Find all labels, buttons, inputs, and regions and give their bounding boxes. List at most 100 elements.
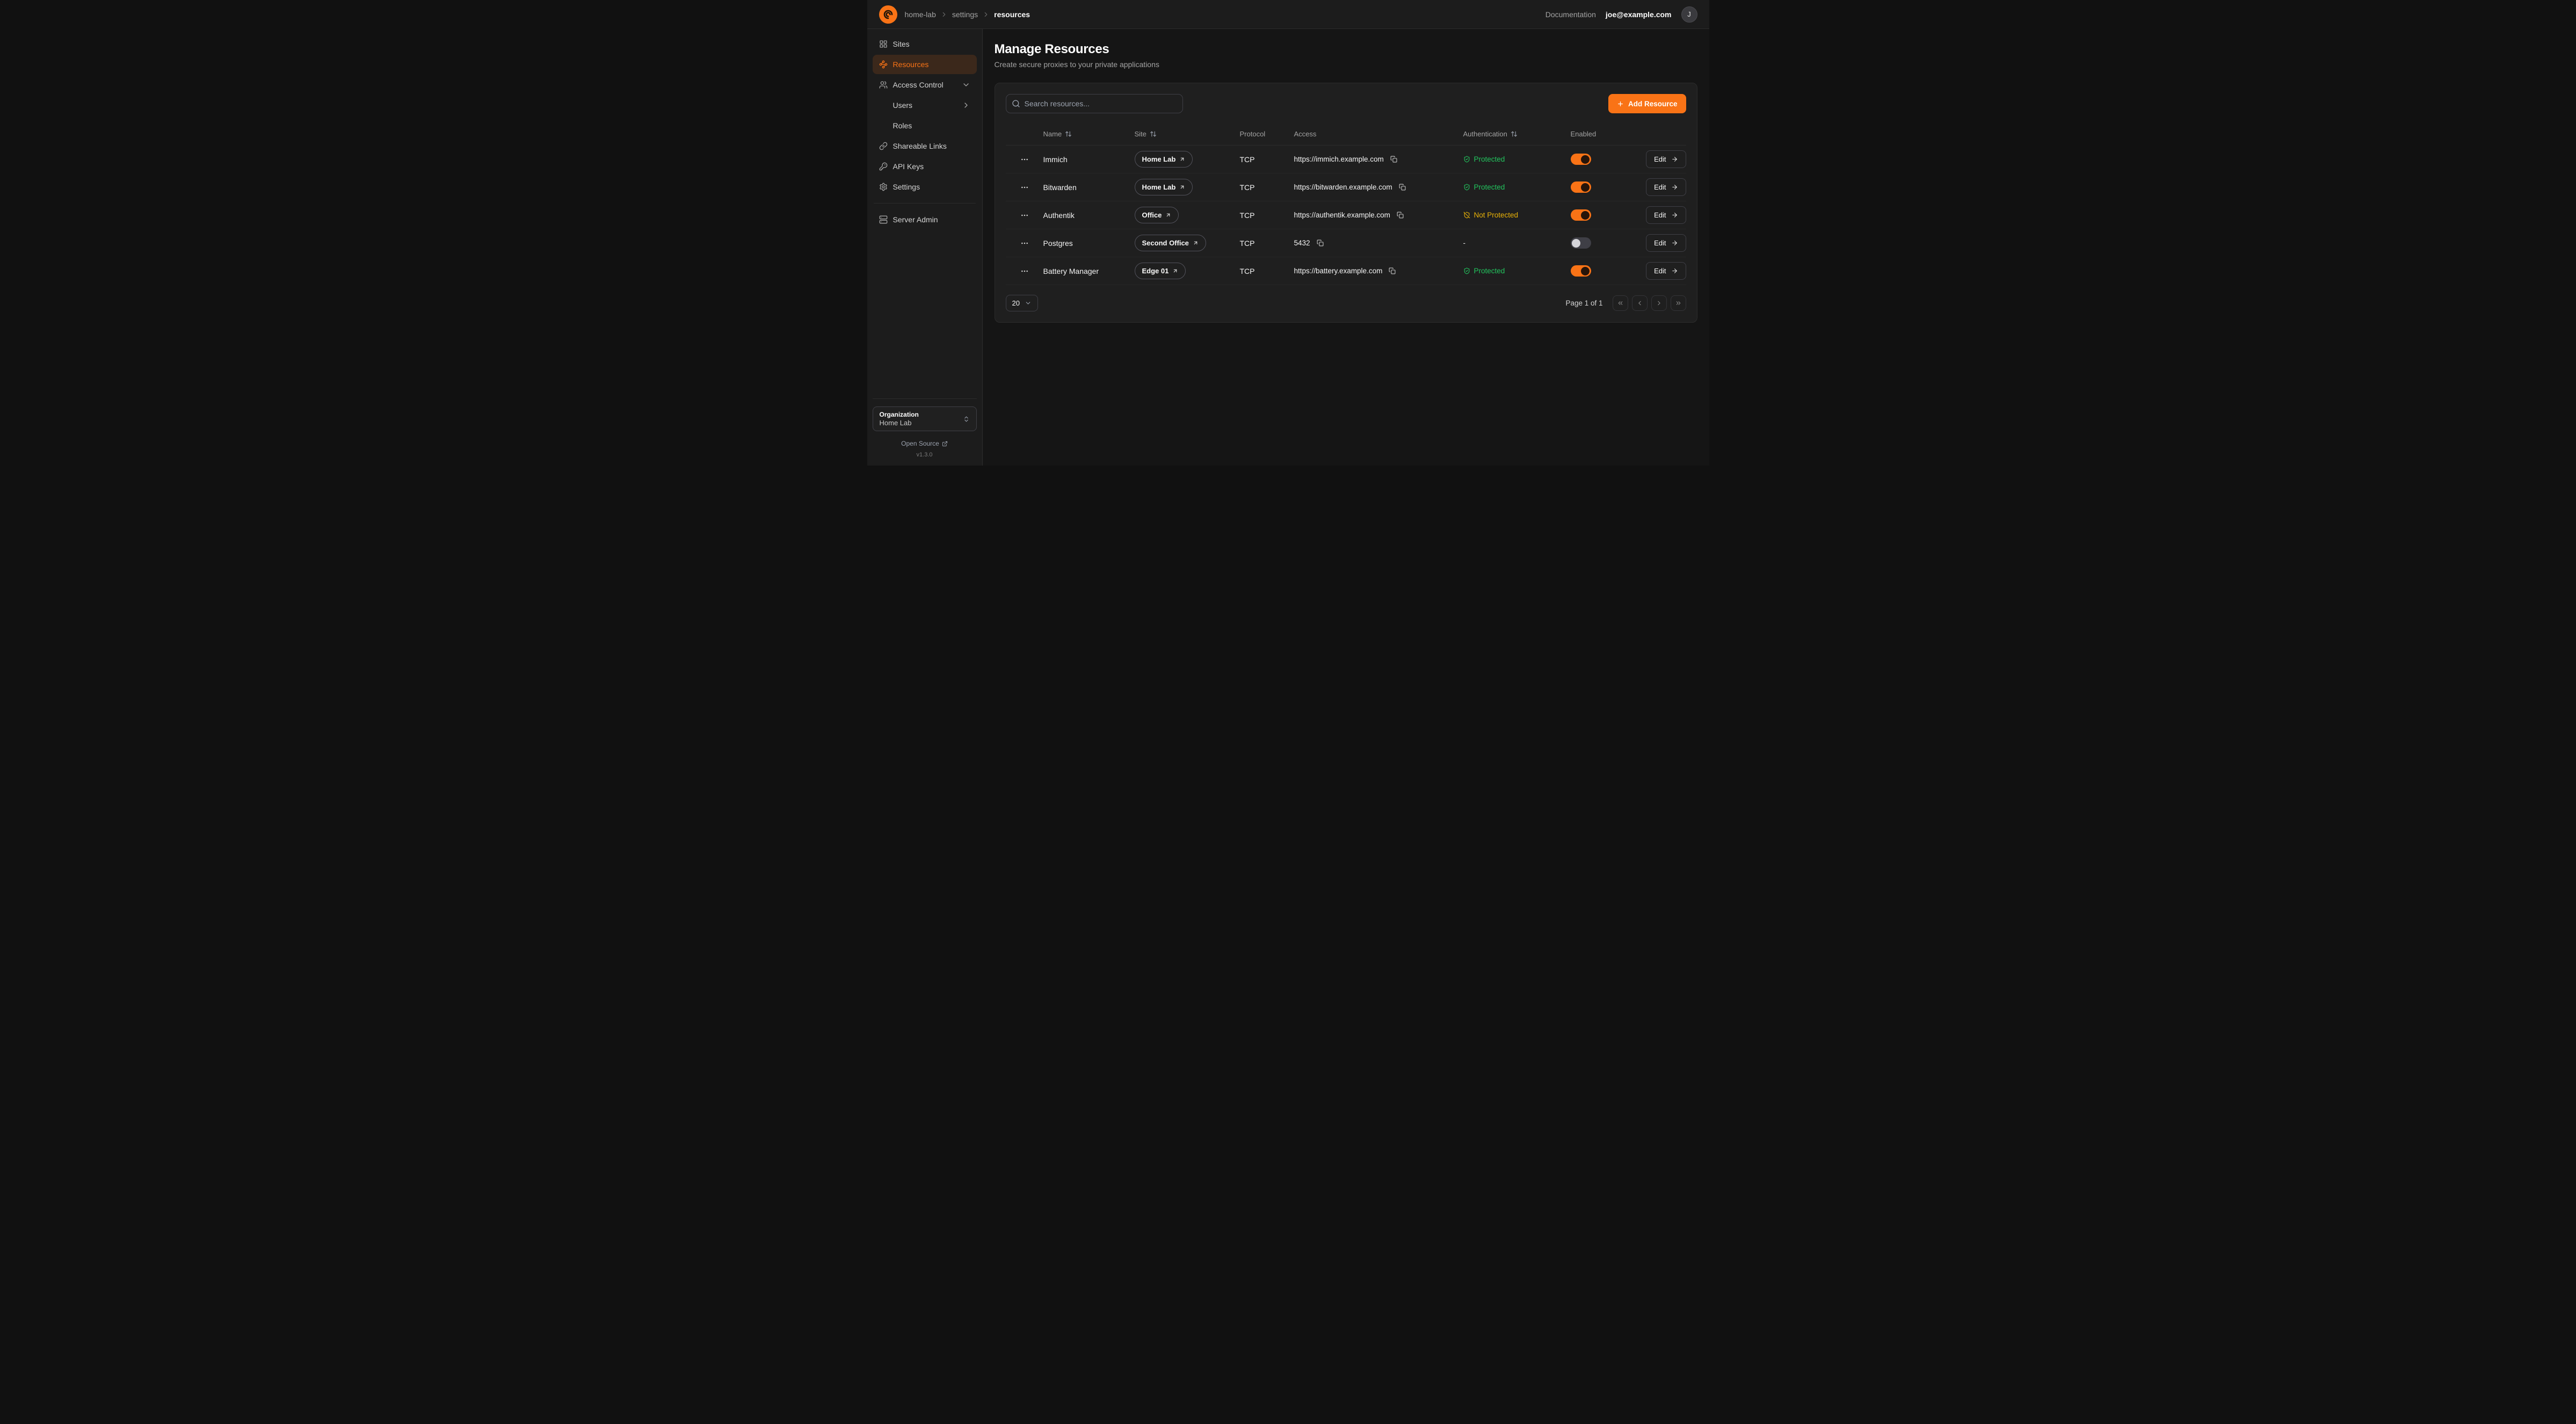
sidebar-item-sites[interactable]: Sites xyxy=(873,34,977,54)
resource-protocol: TCP xyxy=(1240,211,1294,220)
site-link-button[interactable]: Home Lab xyxy=(1135,151,1193,168)
site-name: Second Office xyxy=(1142,239,1189,247)
site-link-button[interactable]: Second Office xyxy=(1135,235,1206,251)
key-icon xyxy=(879,162,888,171)
shield-check-icon xyxy=(1463,267,1470,274)
row-menu-button[interactable] xyxy=(1018,181,1031,194)
copy-icon xyxy=(1317,239,1324,246)
edit-button[interactable]: Edit xyxy=(1646,150,1686,168)
resource-name: Immich xyxy=(1043,155,1135,164)
auth-label: Protected xyxy=(1474,267,1505,275)
column-label: Enabled xyxy=(1571,130,1597,138)
page-title: Manage Resources xyxy=(995,42,1697,57)
arrow-right-icon xyxy=(1671,212,1678,219)
resource-name: Postgres xyxy=(1043,239,1135,248)
column-header-authentication[interactable]: Authentication xyxy=(1463,130,1571,138)
sidebar-item-label: Roles xyxy=(893,121,912,130)
sidebar-item-roles[interactable]: Roles xyxy=(873,116,977,135)
sidebar-item-resources[interactable]: Resources xyxy=(873,55,977,74)
avatar[interactable]: J xyxy=(1681,6,1697,23)
row-menu-button[interactable] xyxy=(1018,237,1031,250)
copy-icon xyxy=(1399,184,1406,191)
chevrons-up-down-icon xyxy=(963,416,970,423)
add-resource-button[interactable]: Add Resource xyxy=(1608,94,1686,113)
column-header-protocol: Protocol xyxy=(1240,130,1294,138)
edit-button[interactable]: Edit xyxy=(1646,234,1686,252)
organization-label: Organization xyxy=(880,411,919,418)
resource-protocol: TCP xyxy=(1240,239,1294,248)
table-row: Battery Manager Edge 01 TCP https://batt… xyxy=(1006,257,1686,285)
open-source-link[interactable]: Open Source xyxy=(873,440,977,447)
access-url: 5432 xyxy=(1294,239,1310,247)
auth-label: Protected xyxy=(1474,155,1505,163)
app-version: v1.3.0 xyxy=(873,452,977,460)
sites-grid-icon xyxy=(879,40,888,48)
previous-page-button[interactable] xyxy=(1632,295,1648,311)
arrow-right-icon xyxy=(1671,267,1678,274)
table-row: Authentik Office TCP https://authentik.e… xyxy=(1006,201,1686,229)
organization-value: Home Lab xyxy=(880,419,919,427)
page-size-select[interactable]: 20 xyxy=(1006,295,1038,311)
sidebar-nav: Sites Resources Access Control Users Rol… xyxy=(873,34,977,229)
table-row: Bitwarden Home Lab TCP https://bitwarden… xyxy=(1006,173,1686,201)
sidebar-item-server-admin[interactable]: Server Admin xyxy=(873,210,977,229)
row-menu-button[interactable] xyxy=(1018,153,1031,166)
chevron-down-icon xyxy=(962,81,970,89)
row-menu-button[interactable] xyxy=(1018,265,1031,278)
documentation-link[interactable]: Documentation xyxy=(1545,10,1596,19)
resource-name: Battery Manager xyxy=(1043,267,1135,275)
pangolin-logo-icon xyxy=(882,8,895,21)
site-link-button[interactable]: Edge 01 xyxy=(1135,263,1186,279)
enabled-toggle[interactable] xyxy=(1571,209,1591,221)
enabled-toggle[interactable] xyxy=(1571,265,1591,277)
chevron-right-icon xyxy=(962,101,970,110)
column-header-site[interactable]: Site xyxy=(1135,130,1240,138)
ellipsis-icon xyxy=(1020,183,1029,192)
resource-name: Authentik xyxy=(1043,211,1135,220)
organization-selector[interactable]: Organization Home Lab xyxy=(873,406,977,431)
table-row: Postgres Second Office TCP 5432 - xyxy=(1006,229,1686,257)
search-input[interactable] xyxy=(1006,94,1183,113)
shield-check-icon xyxy=(1463,156,1470,163)
enabled-toggle[interactable] xyxy=(1571,181,1591,193)
resource-name: Bitwarden xyxy=(1043,183,1135,192)
sidebar-item-users[interactable]: Users xyxy=(873,96,977,115)
edit-button[interactable]: Edit xyxy=(1646,262,1686,280)
copy-button[interactable] xyxy=(1395,210,1405,220)
row-menu-button[interactable] xyxy=(1018,209,1031,222)
app-logo[interactable] xyxy=(879,5,897,24)
enabled-toggle[interactable] xyxy=(1571,154,1591,165)
enabled-toggle[interactable] xyxy=(1571,237,1591,249)
copy-button[interactable] xyxy=(1315,238,1325,248)
site-link-button[interactable]: Home Lab xyxy=(1135,179,1193,195)
breadcrumb-org[interactable]: home-lab xyxy=(905,10,936,19)
copy-button[interactable] xyxy=(1389,154,1399,164)
resource-protocol: TCP xyxy=(1240,267,1294,275)
sidebar-item-access-control[interactable]: Access Control xyxy=(873,75,977,95)
server-icon xyxy=(879,215,888,224)
copy-button[interactable] xyxy=(1387,266,1397,276)
edit-button[interactable]: Edit xyxy=(1646,206,1686,224)
auth-status: Protected xyxy=(1463,267,1505,275)
sidebar-item-settings[interactable]: Settings xyxy=(873,177,977,197)
next-page-button[interactable] xyxy=(1651,295,1667,311)
last-page-button[interactable] xyxy=(1671,295,1686,311)
column-label: Protocol xyxy=(1240,130,1266,138)
arrow-up-right-icon xyxy=(1172,268,1178,274)
arrow-up-right-icon xyxy=(1165,212,1171,218)
site-link-button[interactable]: Office xyxy=(1135,207,1179,223)
copy-button[interactable] xyxy=(1397,182,1407,192)
column-header-name[interactable]: Name xyxy=(1043,130,1135,138)
breadcrumb-settings[interactable]: settings xyxy=(952,10,978,19)
edit-button[interactable]: Edit xyxy=(1646,178,1686,196)
table-body: Immich Home Lab TCP https://immich.examp… xyxy=(1006,146,1686,285)
auth-status: Protected xyxy=(1463,183,1505,191)
first-page-button[interactable] xyxy=(1613,295,1628,311)
sidebar: Sites Resources Access Control Users Rol… xyxy=(867,29,983,466)
main-content: Manage Resources Create secure proxies t… xyxy=(983,29,1709,466)
ellipsis-icon xyxy=(1020,155,1029,164)
sidebar-item-api-keys[interactable]: API Keys xyxy=(873,157,977,176)
sidebar-item-shareable-links[interactable]: Shareable Links xyxy=(873,136,977,156)
sidebar-item-label: Resources xyxy=(893,60,929,69)
access-url: https://battery.example.com xyxy=(1294,267,1383,275)
